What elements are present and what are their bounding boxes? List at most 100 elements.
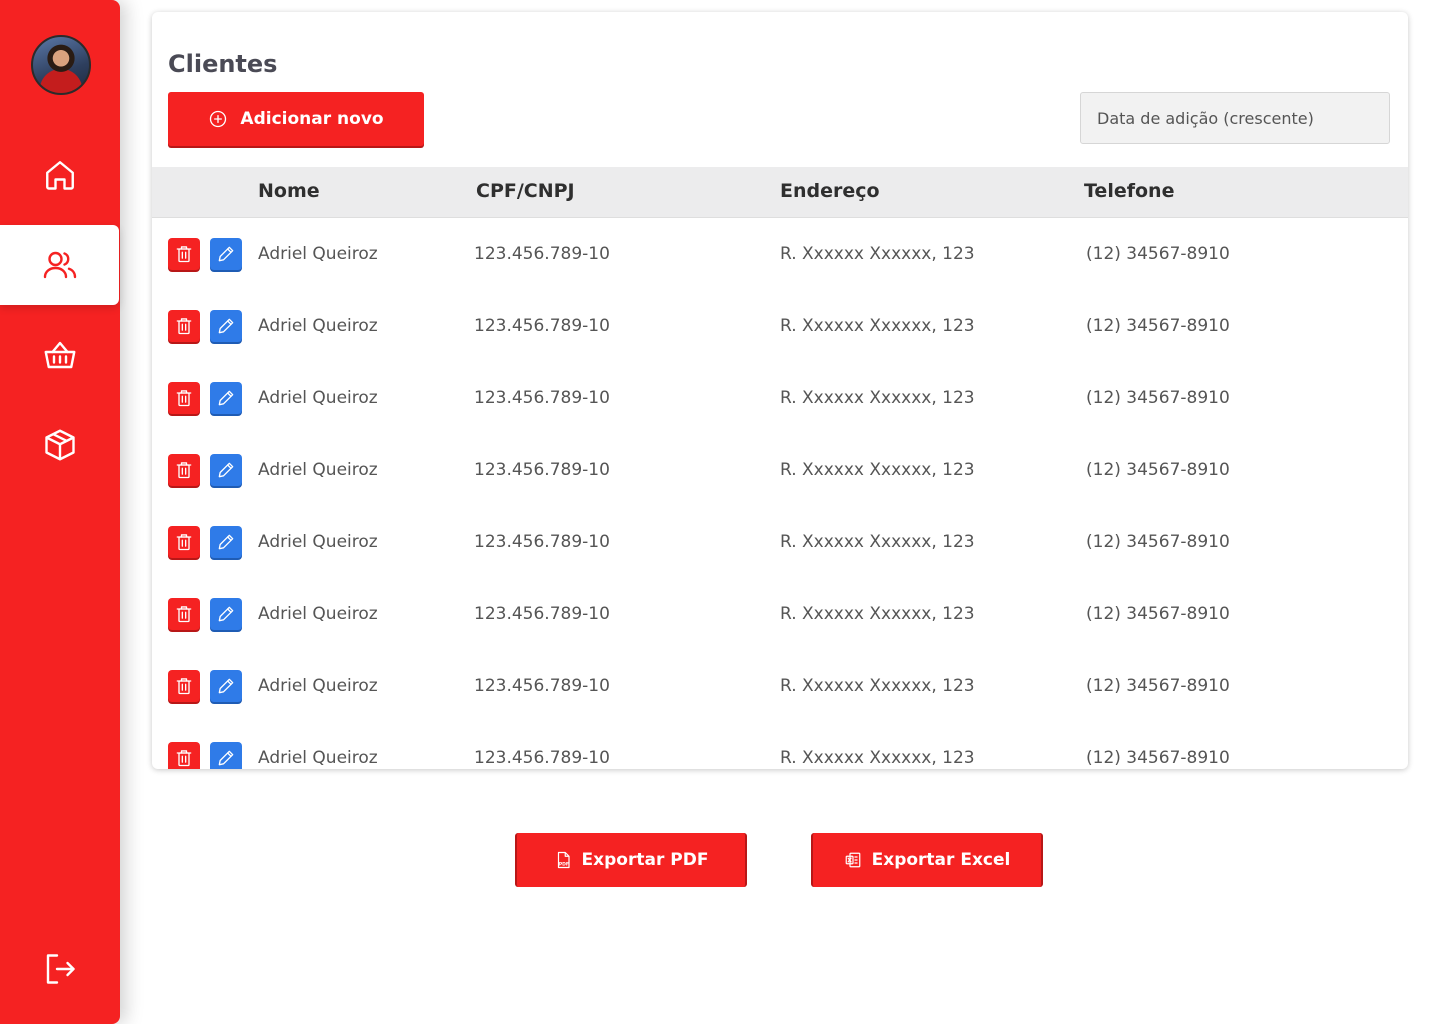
cell-telefone: (12) 34567-8910 (1086, 748, 1230, 768)
trash-icon (176, 390, 192, 407)
nav-home[interactable] (0, 135, 119, 215)
delete-button[interactable] (168, 310, 200, 342)
nav-products[interactable] (0, 405, 119, 485)
cell-telefone: (12) 34567-8910 (1086, 532, 1230, 552)
cell-telefone: (12) 34567-8910 (1086, 316, 1230, 336)
cell-telefone: (12) 34567-8910 (1086, 676, 1230, 696)
cell-endereco: R. Xxxxxx Xxxxxx, 123 (780, 604, 975, 624)
trash-icon (176, 462, 192, 479)
nav-orders[interactable] (0, 315, 119, 395)
cell-endereco: R. Xxxxxx Xxxxxx, 123 (780, 460, 975, 480)
pencil-icon (218, 246, 234, 262)
header-telefone[interactable]: Telefone (1084, 180, 1174, 202)
cell-nome: Adriel Queiroz (258, 532, 378, 552)
delete-button[interactable] (168, 670, 200, 702)
edit-button[interactable] (210, 454, 242, 486)
cell-telefone: (12) 34567-8910 (1086, 388, 1230, 408)
export-pdf-label: Exportar PDF (581, 850, 709, 870)
header-cpf-cnpj[interactable]: CPF/CNPJ (476, 180, 575, 202)
logout-icon (46, 954, 75, 984)
table-header: Nome CPF/CNPJ Endereço Telefone (152, 167, 1408, 218)
cell-endereco: R. Xxxxxx Xxxxxx, 123 (780, 244, 975, 264)
cell-endereco: R. Xxxxxx Xxxxxx, 123 (780, 532, 975, 552)
cell-telefone: (12) 34567-8910 (1086, 460, 1230, 480)
cell-cpf-cnpj: 123.456.789-10 (474, 604, 610, 624)
cell-endereco: R. Xxxxxx Xxxxxx, 123 (780, 316, 975, 336)
table-row: Adriel Queiroz 123.456.789-10 R. Xxxxxx Xx… (152, 450, 1408, 522)
add-new-button[interactable]: Adicionar novo (168, 92, 424, 146)
edit-button[interactable] (210, 310, 242, 342)
trash-icon (176, 606, 192, 623)
trash-icon (176, 750, 192, 767)
cell-endereco: R. Xxxxxx Xxxxxx, 123 (780, 676, 975, 696)
cell-cpf-cnpj: 123.456.789-10 (474, 748, 610, 768)
page-title: Clientes (168, 50, 278, 78)
delete-button[interactable] (168, 454, 200, 486)
cell-telefone: (12) 34567-8910 (1086, 244, 1230, 264)
nav-clients[interactable] (0, 225, 119, 305)
pencil-icon (218, 462, 234, 478)
pencil-icon (218, 318, 234, 334)
pencil-icon (218, 678, 234, 694)
header-endereco[interactable]: Endereço (780, 180, 880, 202)
table-row: Adriel Queiroz 123.456.789-10 R. Xxxxxx Xx… (152, 666, 1408, 738)
svg-text:PDF: PDF (558, 861, 568, 867)
pencil-icon (218, 390, 234, 406)
pencil-icon (218, 534, 234, 550)
cell-cpf-cnpj: 123.456.789-10 (474, 460, 610, 480)
cell-nome: Adriel Queiroz (258, 676, 378, 696)
table-row: Adriel Queiroz 123.456.789-10 R. Xxxxxx Xx… (152, 378, 1408, 450)
cell-cpf-cnpj: 123.456.789-10 (474, 244, 610, 264)
table-row: Adriel Queiroz 123.456.789-10 R. Xxxxxx Xx… (152, 594, 1408, 666)
add-new-label: Adicionar novo (240, 109, 384, 129)
cell-nome: Adriel Queiroz (258, 460, 378, 480)
plus-circle-icon (210, 110, 227, 128)
table-row: Adriel Queiroz 123.456.789-10 R. Xxxxxx Xx… (152, 234, 1408, 306)
cell-nome: Adriel Queiroz (258, 604, 378, 624)
delete-button[interactable] (168, 238, 200, 270)
header-nome[interactable]: Nome (258, 180, 320, 202)
table-row: Adriel Queiroz 123.456.789-10 R. Xxxxxx Xx… (152, 306, 1408, 378)
cell-nome: Adriel Queiroz (258, 316, 378, 336)
trash-icon (176, 678, 192, 695)
pencil-icon (218, 750, 234, 766)
box-icon (44, 429, 75, 461)
clients-card: Clientes Adicionar novo Data de adição (… (152, 12, 1408, 769)
edit-button[interactable] (210, 238, 242, 270)
trash-icon (176, 318, 192, 335)
cell-cpf-cnpj: 123.456.789-10 (474, 388, 610, 408)
sidebar (0, 0, 120, 1024)
pdf-file-icon: PDF (557, 851, 570, 869)
delete-button[interactable] (168, 382, 200, 414)
home-icon (45, 161, 74, 190)
cell-telefone: (12) 34567-8910 (1086, 604, 1230, 624)
table-row: Adriel Queiroz 123.456.789-10 R. Xxxxxx Xx… (152, 738, 1408, 769)
cell-nome: Adriel Queiroz (258, 748, 378, 768)
cell-nome: Adriel Queiroz (258, 244, 378, 264)
cell-cpf-cnpj: 123.456.789-10 (474, 532, 610, 552)
export-excel-button[interactable]: Exportar Excel (811, 833, 1043, 887)
basket-icon (44, 341, 75, 369)
sort-select-value: Data de adição (crescente) (1097, 108, 1314, 128)
table-row: Adriel Queiroz 123.456.789-10 R. Xxxxxx Xx… (152, 522, 1408, 594)
cell-cpf-cnpj: 123.456.789-10 (474, 316, 610, 336)
cell-endereco: R. Xxxxxx Xxxxxx, 123 (780, 388, 975, 408)
pencil-icon (218, 606, 234, 622)
logout-button[interactable] (0, 929, 119, 1009)
export-pdf-button[interactable]: PDF Exportar PDF (515, 833, 747, 887)
excel-file-icon (845, 852, 860, 868)
edit-button[interactable] (210, 670, 242, 702)
edit-button[interactable] (210, 598, 242, 630)
cell-nome: Adriel Queiroz (258, 388, 378, 408)
delete-button[interactable] (168, 598, 200, 630)
sort-select[interactable]: Data de adição (crescente) (1080, 92, 1390, 144)
edit-button[interactable] (210, 526, 242, 558)
cell-endereco: R. Xxxxxx Xxxxxx, 123 (780, 748, 975, 768)
trash-icon (176, 246, 192, 263)
avatar[interactable] (31, 35, 91, 95)
cell-cpf-cnpj: 123.456.789-10 (474, 676, 610, 696)
edit-button[interactable] (210, 382, 242, 414)
delete-button[interactable] (168, 526, 200, 558)
delete-button[interactable] (168, 742, 200, 769)
edit-button[interactable] (210, 742, 242, 769)
